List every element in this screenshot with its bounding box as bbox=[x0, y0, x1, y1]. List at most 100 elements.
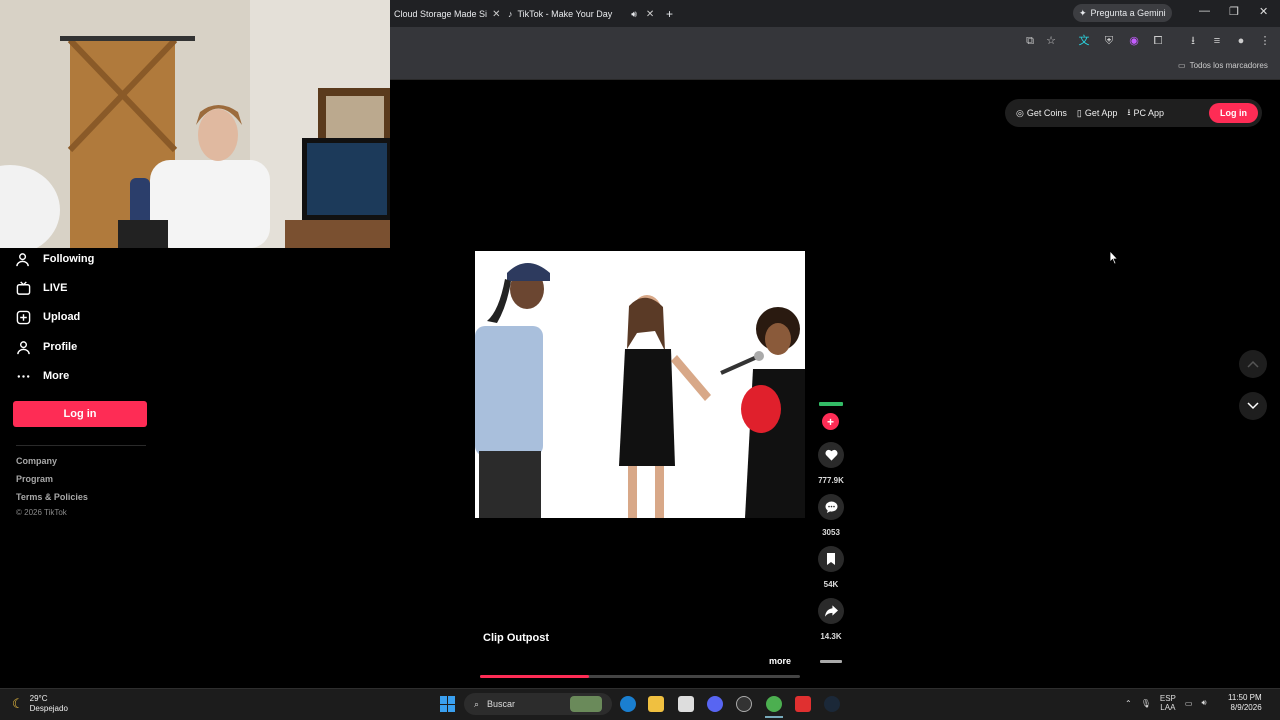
chrome-icon[interactable] bbox=[766, 696, 782, 712]
top-action-bar: ◎ Get Coins ▯ Get App ⭳ PC App Log in bbox=[1005, 99, 1262, 127]
microphone-icon[interactable]: 🎙︎ bbox=[1141, 699, 1151, 708]
search-highlight-image bbox=[570, 696, 602, 712]
video-progress-bar[interactable] bbox=[480, 675, 800, 678]
taskbar-search[interactable]: ⌕ Buscar bbox=[464, 693, 612, 715]
network-icon[interactable]: ▭ bbox=[1185, 699, 1193, 708]
chevron-down-icon bbox=[1247, 402, 1259, 410]
get-app-button[interactable]: ▯ Get App bbox=[1077, 108, 1117, 119]
next-video-button[interactable] bbox=[1239, 392, 1267, 420]
sidebar-divider bbox=[16, 445, 146, 446]
windows-taskbar bbox=[0, 688, 1280, 720]
video-frame-image bbox=[475, 251, 805, 518]
download-icon[interactable]: ⭳ bbox=[1186, 34, 1200, 48]
video-player[interactable] bbox=[475, 251, 805, 518]
speaker-icon[interactable]: 🔊︎ bbox=[631, 9, 637, 20]
search-icon: ⌕ bbox=[474, 698, 480, 709]
share-count: 14.3K bbox=[820, 632, 842, 641]
sidebar-login-button[interactable]: Log in bbox=[13, 401, 147, 427]
chevron-up-icon bbox=[1247, 360, 1259, 368]
program-link[interactable]: Program bbox=[16, 474, 53, 484]
folder-icon: ▭ bbox=[1178, 61, 1186, 70]
coin-icon: ◎ bbox=[1016, 107, 1024, 118]
close-tab-icon[interactable]: ✕ bbox=[492, 9, 500, 20]
pc-app-button[interactable]: ⭳ PC App bbox=[1127, 105, 1164, 121]
tab-cloud-storage[interactable]: Cloud Storage Made Si ✕ bbox=[394, 3, 500, 25]
red-app-icon[interactable] bbox=[795, 696, 811, 712]
creator-avatar[interactable] bbox=[819, 402, 843, 406]
sidebar-item-upload[interactable]: Upload bbox=[16, 306, 80, 328]
video-author-name[interactable]: Clip Outpost bbox=[483, 632, 549, 644]
sidebar-item-more[interactable]: More bbox=[16, 365, 69, 387]
file-explorer-icon[interactable] bbox=[648, 696, 664, 712]
terms-policies-link[interactable]: Terms & Policies bbox=[16, 492, 88, 502]
company-link[interactable]: Company bbox=[16, 456, 57, 466]
get-coins-button[interactable]: ◎ Get Coins bbox=[1016, 108, 1067, 119]
discord-icon[interactable] bbox=[707, 696, 723, 712]
shield-icon[interactable]: ⛨ bbox=[1102, 34, 1116, 48]
app-circle-icon[interactable] bbox=[736, 696, 752, 712]
like-count: 777.9K bbox=[818, 476, 844, 485]
system-tray: ⌃ 🎙︎ ESP LAA ▭ 🔊︎ bbox=[1125, 694, 1206, 712]
sidebar-item-live[interactable]: LIVE bbox=[16, 277, 67, 299]
weather-widget[interactable]: ☾ 29°C Despejado bbox=[12, 694, 68, 714]
restore-icon[interactable]: ❐ bbox=[1229, 5, 1239, 18]
share-button[interactable] bbox=[818, 598, 844, 624]
sidebar-item-profile[interactable]: Profile bbox=[16, 336, 77, 358]
top-login-button[interactable]: Log in bbox=[1209, 103, 1258, 123]
close-tab-icon[interactable]: ✕ bbox=[646, 9, 654, 20]
mouse-cursor-icon bbox=[1109, 250, 1119, 265]
tiktok-favicon-icon: ♪ bbox=[508, 9, 513, 19]
bookmarks-bar bbox=[390, 56, 1280, 80]
previous-video-button[interactable] bbox=[1239, 350, 1267, 378]
video-progress-fill bbox=[480, 675, 589, 678]
volume-icon[interactable]: 🔊︎ bbox=[1201, 698, 1206, 708]
heart-icon bbox=[824, 449, 838, 461]
sparkle-icon: ✦ bbox=[1079, 7, 1087, 18]
save-count: 54K bbox=[823, 580, 839, 589]
comment-icon bbox=[825, 501, 837, 513]
gemini-button[interactable]: ✦ Pregunta a Gemini bbox=[1073, 4, 1172, 22]
moon-icon: ☾ bbox=[12, 696, 24, 711]
plus-icon: + bbox=[666, 7, 674, 21]
edge-browser-icon[interactable] bbox=[620, 696, 636, 712]
share-arrow-icon bbox=[824, 605, 838, 617]
bookmark-star-icon[interactable]: ☆ bbox=[1044, 34, 1058, 48]
extension-badge-icon[interactable]: ◉ bbox=[1127, 34, 1141, 48]
plus-square-icon bbox=[16, 310, 31, 324]
bookmark-icon bbox=[827, 553, 835, 565]
store-icon[interactable] bbox=[678, 696, 694, 712]
steam-icon[interactable] bbox=[824, 696, 840, 712]
plus-icon: + bbox=[826, 414, 834, 429]
all-bookmarks-button[interactable]: ▭ Todos los marcadores bbox=[1178, 61, 1268, 70]
profile-avatar-icon[interactable]: ● bbox=[1234, 34, 1248, 48]
install-app-icon[interactable]: ⧉ bbox=[1023, 34, 1037, 48]
menu-kebab-icon[interactable]: ⋮ bbox=[1258, 34, 1272, 48]
webcam-overlay bbox=[0, 0, 390, 248]
more-dots-icon bbox=[17, 374, 30, 378]
live-tv-icon bbox=[16, 280, 31, 295]
caption-more-button[interactable]: more bbox=[769, 656, 791, 666]
browser-toolbar bbox=[390, 27, 1280, 56]
taskbar-clock[interactable]: 11:50 PM 8/9/2026 bbox=[1228, 693, 1262, 713]
webcam-feed-image bbox=[0, 0, 390, 248]
chevron-up-icon[interactable]: ⌃ bbox=[1125, 699, 1132, 708]
extension-translate-icon[interactable]: 文 bbox=[1077, 34, 1091, 48]
extensions-puzzle-icon[interactable]: ⧠ bbox=[1151, 34, 1165, 48]
like-button[interactable] bbox=[818, 442, 844, 468]
close-window-icon[interactable]: ✕ bbox=[1259, 5, 1268, 18]
media-controls-icon[interactable]: ≡ bbox=[1210, 34, 1224, 48]
music-disc-icon[interactable] bbox=[820, 660, 842, 663]
tab-tiktok[interactable]: ♪ TikTok - Make Your Day 🔊︎ ✕ bbox=[508, 3, 654, 25]
windows-start-icon[interactable] bbox=[440, 696, 456, 712]
download-icon: ⭳ bbox=[1127, 107, 1131, 117]
copyright-text: © 2026 TikTok bbox=[16, 508, 67, 517]
comment-button[interactable] bbox=[818, 494, 844, 520]
sidebar-item-following[interactable]: Following bbox=[16, 248, 94, 270]
profile-icon bbox=[17, 340, 30, 354]
active-app-indicator bbox=[765, 716, 783, 718]
follow-plus-button[interactable]: + bbox=[822, 413, 839, 430]
language-indicator[interactable]: ESP LAA bbox=[1160, 694, 1176, 712]
minimize-icon[interactable]: — bbox=[1199, 5, 1210, 17]
save-button[interactable] bbox=[818, 546, 844, 572]
new-tab-button[interactable]: + bbox=[666, 3, 673, 25]
